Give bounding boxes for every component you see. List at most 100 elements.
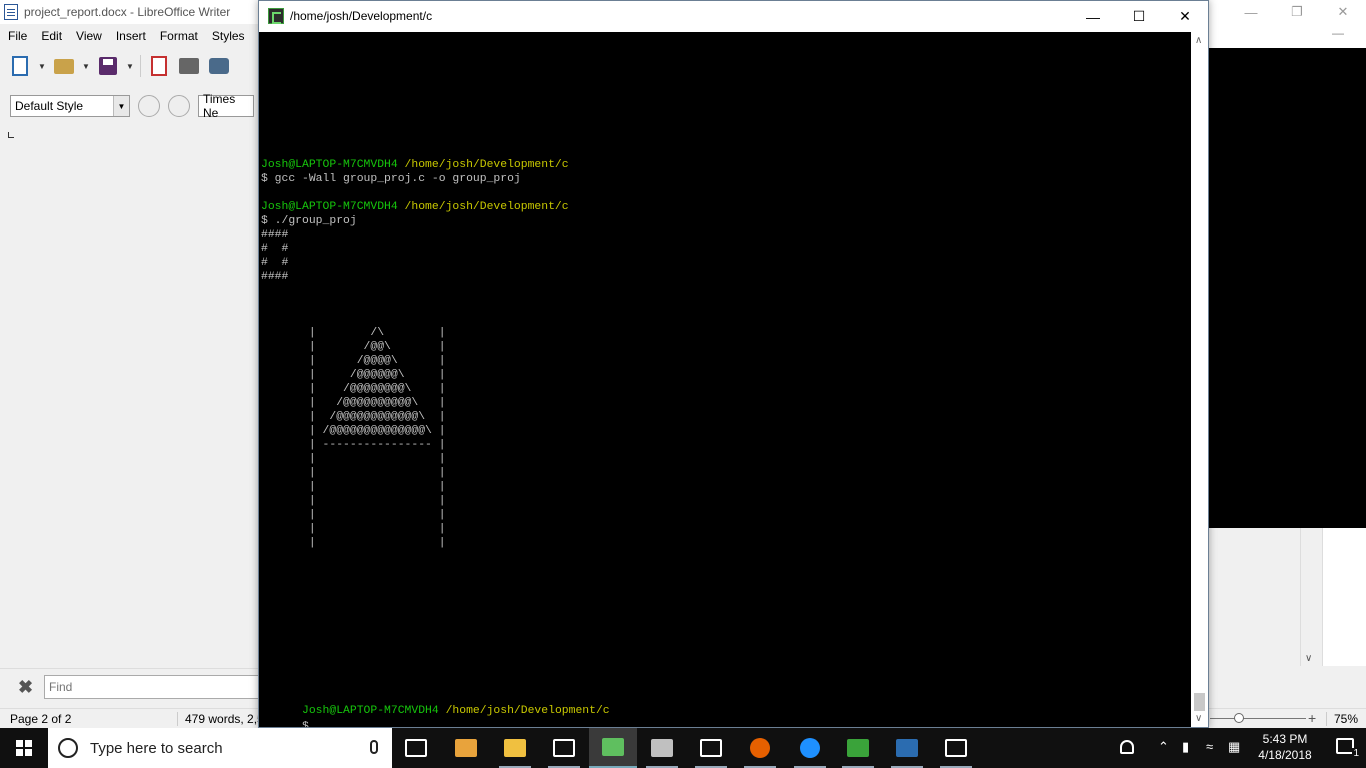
pdf-icon bbox=[151, 56, 167, 76]
terminal-output[interactable]: Josh@LAPTOP-M7CMVDH4 /home/josh/Developm… bbox=[259, 32, 1191, 727]
document-icon bbox=[4, 4, 18, 20]
save-dropdown-icon[interactable]: ▼ bbox=[126, 62, 134, 71]
clock[interactable]: 5:43 PM 4/18/2018 bbox=[1250, 731, 1320, 763]
terminal-text: | ---------------- | bbox=[261, 439, 446, 451]
taskbar-app-firefox[interactable] bbox=[736, 728, 784, 768]
open-button[interactable] bbox=[52, 54, 76, 78]
firefox-icon bbox=[750, 738, 770, 758]
minimize-button[interactable]: — bbox=[1070, 1, 1116, 32]
new-document-button[interactable] bbox=[8, 54, 32, 78]
writer-window-title: project_report.docx - LibreOffice Writer bbox=[24, 5, 231, 19]
writer-sidebar-header: — bbox=[1208, 24, 1366, 48]
export-pdf-button[interactable] bbox=[147, 54, 171, 78]
terminal-line: # # bbox=[261, 256, 288, 270]
battery-icon[interactable]: ▮ bbox=[1182, 739, 1189, 755]
photos-icon bbox=[700, 739, 722, 757]
taskbar-app-cmd[interactable] bbox=[638, 728, 686, 768]
terminal-titlebar[interactable]: /home/josh/Development/c — ☐ ✕ bbox=[259, 1, 1208, 32]
menu-insert[interactable]: Insert bbox=[116, 29, 146, 43]
terminal-input-line[interactable]: $ bbox=[261, 704, 318, 727]
terminal-scrollbar[interactable]: ∧ ∨ bbox=[1191, 32, 1208, 727]
taskbar-app-file-explorer[interactable] bbox=[491, 728, 539, 768]
taskbar-app-libreoffice-writer[interactable] bbox=[883, 728, 931, 768]
terminal-line: # # bbox=[261, 242, 288, 256]
wifi-icon[interactable]: ≈ bbox=[1206, 739, 1213, 754]
terminal-line: | | bbox=[261, 508, 446, 522]
taskbar-app-store[interactable] bbox=[442, 728, 490, 768]
menu-file[interactable]: File bbox=[8, 29, 27, 43]
terminal-text: | /\ | bbox=[261, 327, 446, 339]
tab-stop-marker bbox=[8, 132, 14, 138]
font-name-select[interactable]: Times Ne bbox=[198, 92, 254, 120]
zoom-slider-handle[interactable] bbox=[1234, 713, 1244, 723]
volume-muted-icon[interactable]: ▦ bbox=[1228, 739, 1240, 755]
taskbar-app-photos[interactable] bbox=[687, 728, 735, 768]
close-icon[interactable]: ✕ bbox=[1320, 0, 1366, 24]
terminal-text: | | bbox=[261, 495, 446, 507]
taskbar-app-calculator[interactable] bbox=[932, 728, 980, 768]
print-button[interactable] bbox=[177, 54, 201, 78]
prompt-path: /home/josh/Development/c bbox=[397, 159, 569, 171]
sidebar-panel bbox=[1322, 528, 1366, 666]
mintty-icon bbox=[602, 738, 624, 756]
update-style-icon[interactable] bbox=[138, 95, 160, 117]
close-button[interactable]: ✕ bbox=[1162, 1, 1208, 32]
open-dropdown-icon[interactable]: ▼ bbox=[82, 62, 90, 71]
taskbar-search[interactable]: Type here to search bbox=[48, 728, 392, 768]
close-find-icon[interactable]: ✖ bbox=[18, 678, 36, 696]
print-preview-button[interactable] bbox=[207, 54, 231, 78]
terminal-line: $ ./group_proj bbox=[261, 214, 357, 228]
terminal-title: /home/josh/Development/c bbox=[290, 9, 433, 23]
terminal-prompt-line: Josh@LAPTOP-M7CMVDH4 /home/josh/Developm… bbox=[261, 690, 610, 717]
minimize-icon[interactable]: — bbox=[1228, 0, 1274, 24]
terminal-text: | /@@@@\ | bbox=[261, 355, 446, 367]
file-explorer-icon bbox=[504, 739, 526, 757]
people-icon[interactable] bbox=[1120, 740, 1134, 754]
mintty-icon bbox=[268, 8, 284, 24]
terminal-line: | | bbox=[261, 536, 446, 550]
taskbar-app-task-view[interactable] bbox=[392, 728, 440, 768]
taskbar-app-edge[interactable] bbox=[786, 728, 834, 768]
scroll-up-icon[interactable]: ∧ bbox=[1195, 35, 1202, 46]
terminal-text: | /@@@@@@@@@@\ | bbox=[261, 397, 446, 409]
zoom-in-icon[interactable]: + bbox=[1308, 710, 1316, 726]
menu-edit[interactable]: Edit bbox=[41, 29, 62, 43]
minimize-icon[interactable]: — bbox=[1332, 26, 1344, 40]
new-style-icon[interactable] bbox=[168, 95, 190, 117]
paragraph-style-value: Default Style bbox=[15, 99, 84, 113]
action-center-icon[interactable] bbox=[1336, 738, 1354, 754]
scroll-down-icon[interactable]: ∨ bbox=[1195, 713, 1202, 724]
save-button[interactable] bbox=[96, 54, 120, 78]
terminal-line: #### bbox=[261, 270, 288, 284]
taskbar-app-mail[interactable] bbox=[540, 728, 588, 768]
document-scrollbar[interactable]: ∨ bbox=[1300, 528, 1320, 666]
paragraph-style-select[interactable]: Default Style ▼ bbox=[10, 95, 130, 117]
zoom-slider[interactable] bbox=[1210, 718, 1306, 719]
edge-icon bbox=[800, 738, 820, 758]
terminal-text: #### bbox=[261, 271, 289, 283]
zoom-level[interactable]: 75% bbox=[1326, 712, 1358, 726]
maximize-button[interactable]: ☐ bbox=[1116, 1, 1162, 32]
menu-view[interactable]: View bbox=[76, 29, 102, 43]
terminal-line: | | bbox=[261, 466, 446, 480]
scrollbar-thumb[interactable] bbox=[1194, 693, 1205, 711]
chevron-up-icon[interactable]: ⌃ bbox=[1158, 739, 1169, 755]
chevron-down-icon[interactable]: ▼ bbox=[113, 96, 129, 116]
search-icon bbox=[58, 738, 78, 758]
mail-icon bbox=[553, 739, 575, 757]
find-input[interactable] bbox=[44, 675, 264, 699]
microphone-icon[interactable] bbox=[370, 740, 378, 754]
menu-styles[interactable]: Styles bbox=[212, 29, 245, 43]
start-button[interactable] bbox=[0, 728, 48, 768]
terminal-window[interactable]: /home/josh/Development/c — ☐ ✕ Josh@LAPT… bbox=[258, 0, 1209, 728]
terminal-line: | | bbox=[261, 452, 446, 466]
new-dropdown-icon[interactable]: ▼ bbox=[38, 62, 46, 71]
terminal-text: | /@@\ | bbox=[261, 341, 446, 353]
taskbar-app-libreoffice-calc[interactable] bbox=[834, 728, 882, 768]
writer-window-controls: — ❐ ✕ bbox=[1228, 0, 1366, 24]
scroll-down-icon[interactable]: ∨ bbox=[1305, 653, 1312, 664]
restore-icon[interactable]: ❐ bbox=[1274, 0, 1320, 24]
taskbar-app-mintty[interactable] bbox=[589, 728, 637, 768]
terminal-line: | /@@@@@@@@@@@@\ | bbox=[261, 410, 446, 424]
menu-format[interactable]: Format bbox=[160, 29, 198, 43]
